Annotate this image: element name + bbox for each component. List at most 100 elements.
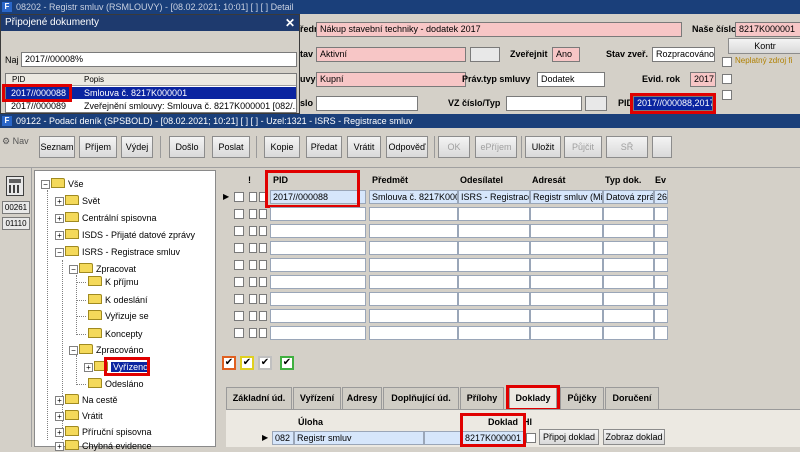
grid-cell-empty[interactable]	[369, 258, 458, 272]
tree-node-chybna[interactable]: + Chybná evidence	[55, 440, 152, 452]
grid-cell-empty[interactable]	[654, 309, 668, 323]
grid-cell-empty[interactable]	[369, 207, 458, 221]
row-checkbox[interactable]	[234, 294, 244, 304]
pujcit-button[interactable]: Půjčit	[564, 136, 602, 158]
row-checkbox[interactable]	[234, 226, 244, 236]
grid-cell-empty[interactable]	[654, 241, 668, 255]
grid-cell-empty[interactable]	[369, 275, 458, 289]
row-checkbox[interactable]	[234, 209, 244, 219]
grid-cell-empty[interactable]	[530, 207, 603, 221]
grid-cell-pid[interactable]: 2017//000088	[270, 190, 366, 204]
vratit-button[interactable]: Vrátit	[347, 136, 381, 158]
grid-cell-empty[interactable]	[270, 275, 366, 289]
calculator-icon[interactable]	[6, 176, 24, 196]
grid-cell-odesilatel[interactable]: ISRS - Registrace	[458, 190, 530, 204]
toolbar-more-button[interactable]	[652, 136, 672, 158]
row-flag-2[interactable]	[259, 277, 267, 287]
grid-cell-empty[interactable]	[270, 309, 366, 323]
grid-cell-empty[interactable]	[654, 292, 668, 306]
grid-cell-empty[interactable]	[270, 207, 366, 221]
zobraz-doklad-button[interactable]: Zobraz doklad	[603, 429, 665, 445]
grid-cell-empty[interactable]	[458, 309, 530, 323]
row-flag-2[interactable]	[259, 243, 267, 253]
nav-button[interactable]: ⚙ Nav	[2, 134, 32, 148]
grid-cell-ev[interactable]: 26	[654, 190, 668, 204]
tree-node-centralni[interactable]: + Centrální spisovna	[55, 212, 157, 224]
grid-cell-empty[interactable]	[458, 207, 530, 221]
side-code-1[interactable]: 00261	[2, 201, 30, 214]
doklady-cell-code[interactable]: 082	[272, 431, 294, 445]
grid-cell-empty[interactable]	[530, 241, 603, 255]
grid-cell-empty[interactable]	[270, 292, 366, 306]
grid-cell-empty[interactable]	[369, 309, 458, 323]
tree-node-odeslano[interactable]: Odesláno	[88, 378, 144, 390]
tree-node-prirucni[interactable]: + Příruční spisovna	[55, 426, 152, 438]
row-checkbox[interactable]	[234, 328, 244, 338]
tree-node-koncepty[interactable]: Koncepty	[88, 328, 143, 340]
grid-cell-empty[interactable]	[270, 326, 366, 340]
popup-row[interactable]: 2017//000089 Zveřejnění smlouvy: Smlouva…	[6, 100, 296, 112]
seznam-button[interactable]: Seznam	[39, 136, 75, 158]
pripoj-doklad-button[interactable]: Připoj doklad	[539, 429, 599, 445]
grid-cell-empty[interactable]	[369, 224, 458, 238]
row-flag[interactable]	[249, 311, 257, 321]
grid-cell-empty[interactable]	[530, 258, 603, 272]
row-flag[interactable]	[249, 294, 257, 304]
row-checkbox[interactable]	[234, 311, 244, 321]
grid-cell-empty[interactable]	[270, 258, 366, 272]
grid-cell-empty[interactable]	[458, 258, 530, 272]
grid-cell-adresat[interactable]: Registr smluv (Min	[530, 190, 603, 204]
tree-node-zpracovat[interactable]: − Zpracovat	[69, 263, 136, 275]
grid-cell-empty[interactable]	[530, 224, 603, 238]
grid-cell-empty[interactable]	[603, 258, 654, 272]
row-flag-2[interactable]	[259, 226, 267, 236]
tab-zakladni[interactable]: Základní úd.	[226, 387, 292, 409]
row-flag-2[interactable]	[259, 209, 267, 219]
row-flag[interactable]	[249, 209, 257, 219]
tree-node-na-ceste[interactable]: + Na cestě	[55, 394, 118, 406]
sr-button[interactable]: SŘ	[606, 136, 648, 158]
grid-cell-empty[interactable]	[530, 275, 603, 289]
prav-typ-field[interactable]: Dodatek	[537, 72, 605, 87]
tree-node-isrs[interactable]: − ISRS - Registrace smluv	[55, 246, 180, 258]
grid-cell-empty[interactable]	[530, 326, 603, 340]
grid-cell-empty[interactable]	[654, 258, 668, 272]
grid-cell-empty[interactable]	[458, 292, 530, 306]
tree-node-isds[interactable]: + ISDS - Přijaté datové zprávy	[55, 229, 195, 241]
vz-typ-field[interactable]	[585, 96, 607, 111]
doklady-cell-uloha[interactable]: Registr smluv	[294, 431, 424, 445]
grid-cell-empty[interactable]	[369, 292, 458, 306]
stav-field[interactable]: Aktivní	[316, 47, 466, 62]
row-flag[interactable]	[249, 192, 257, 202]
row-flag-2[interactable]	[259, 192, 267, 202]
poslat-button[interactable]: Poslat	[212, 136, 250, 158]
grid-cell-empty[interactable]	[458, 241, 530, 255]
predat-button[interactable]: Předat	[306, 136, 342, 158]
row-checkbox[interactable]	[234, 243, 244, 253]
evid-rok-field[interactable]: 2017	[690, 72, 716, 87]
stav-zver-field[interactable]: Rozpracováno	[652, 47, 715, 62]
kontrola-button[interactable]: Kontr	[728, 38, 800, 54]
filter-checkbox-green[interactable]: ✔	[280, 356, 294, 370]
grid-cell-empty[interactable]	[270, 224, 366, 238]
bg-checkbox-2[interactable]	[722, 74, 732, 84]
tree-node-svet[interactable]: + Svět	[55, 195, 100, 207]
pid-field[interactable]: 2017//000088,2017//	[633, 96, 713, 111]
tree-node-k-prijmu[interactable]: K příjmu	[88, 276, 139, 288]
doklady-hl-checkbox[interactable]	[526, 433, 536, 443]
grid-cell-empty[interactable]	[603, 275, 654, 289]
filter-checkbox-white[interactable]: ✔	[258, 356, 272, 370]
close-icon[interactable]: ✕	[285, 15, 295, 31]
vz-field[interactable]	[506, 96, 582, 111]
row-flag[interactable]	[249, 226, 257, 236]
nase-cislo-field[interactable]: 8217K000001	[735, 22, 800, 37]
grid-cell-empty[interactable]	[603, 241, 654, 255]
grid-cell-empty[interactable]	[458, 224, 530, 238]
filter-checkbox-red[interactable]: ✔	[222, 356, 236, 370]
grid-cell-empty[interactable]	[603, 224, 654, 238]
row-flag-2[interactable]	[259, 328, 267, 338]
kopie-button[interactable]: Kopie	[264, 136, 300, 158]
doklady-cell-doklad[interactable]: 8217K000001	[424, 431, 524, 445]
grid-cell-empty[interactable]	[654, 207, 668, 221]
grid-cell-empty[interactable]	[458, 326, 530, 340]
